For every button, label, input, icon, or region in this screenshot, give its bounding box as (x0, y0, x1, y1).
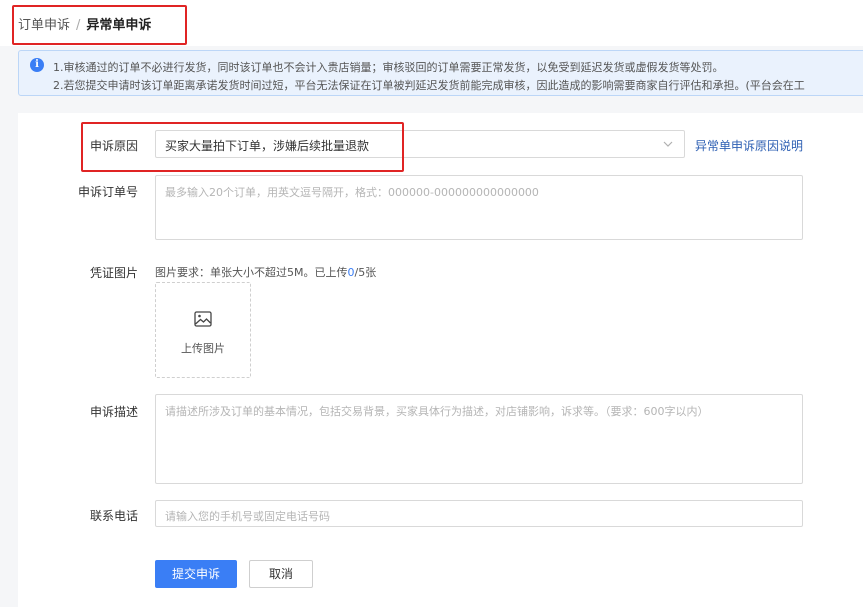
description-textarea[interactable]: 请描述所涉及订单的基本情况，包括交易背景，买家具体行为描述，对店铺影响，诉求等。… (155, 394, 803, 484)
description-placeholder: 请描述所涉及订单的基本情况，包括交易背景，买家具体行为描述，对店铺影响，诉求等。… (165, 405, 709, 418)
notice-line-2: 2.若您提交申请时该订单距离承诺发货时间过短，平台无法保证在订单被判延迟发货前能… (53, 79, 805, 92)
description-label: 申诉描述 (89, 405, 138, 419)
reason-label: 申诉原因 (89, 139, 138, 153)
phone-input[interactable]: 请输入您的手机号或固定电话号码 (155, 500, 803, 527)
info-icon: i (30, 58, 44, 72)
breadcrumb-separator: / (76, 18, 81, 33)
breadcrumb: 订单申诉 / 异常单申诉 (18, 14, 151, 33)
reason-help-link[interactable]: 异常单申诉原因说明 (695, 137, 803, 154)
upload-hint-suffix: /5张 (354, 266, 377, 279)
evidence-label: 凭证图片 (89, 266, 138, 280)
page-title: 异常单申诉 (86, 18, 152, 33)
phone-placeholder: 请输入您的手机号或固定电话号码 (165, 510, 330, 523)
submit-appeal-button[interactable]: 提交申诉 (155, 560, 237, 588)
order-no-placeholder: 最多输入20个订单，用英文逗号隔开，格式：000000-000000000000… (165, 186, 539, 199)
reason-select[interactable]: 买家大量拍下订单，涉嫌后续批量退款 (155, 130, 685, 158)
upload-hint: 图片要求：单张大小不超过5M。已上传0/5张 (155, 264, 376, 280)
upload-image-button[interactable]: 上传图片 (155, 282, 251, 378)
chevron-down-icon (663, 141, 673, 147)
phone-label: 联系电话 (89, 509, 138, 523)
upload-count: 0 (347, 266, 355, 279)
notice-banner: i 1.审核通过的订单不必进行发货，同时该订单也不会计入贵店销量；审核驳回的订单… (18, 50, 863, 96)
order-no-label: 申诉订单号 (77, 185, 138, 199)
image-icon (194, 311, 212, 327)
page-header: 订单申诉 / 异常单申诉 (0, 0, 863, 46)
upload-hint-prefix: 图片要求：单张大小不超过5M。已上传 (155, 266, 348, 279)
notice-line-1: 1.审核通过的订单不必进行发货，同时该订单也不会计入贵店销量；审核驳回的订单需要… (53, 61, 724, 74)
appeal-form: 申诉原因 买家大量拍下订单，涉嫌后续批量退款 异常单申诉原因说明 申诉订单号 最… (18, 113, 863, 607)
reason-select-value: 买家大量拍下订单，涉嫌后续批量退款 (165, 139, 370, 153)
order-no-textarea[interactable]: 最多输入20个订单，用英文逗号隔开，格式：000000-000000000000… (155, 175, 803, 240)
breadcrumb-parent-link[interactable]: 订单申诉 (18, 18, 70, 33)
cancel-button[interactable]: 取消 (249, 560, 313, 588)
upload-image-label: 上传图片 (181, 342, 225, 355)
